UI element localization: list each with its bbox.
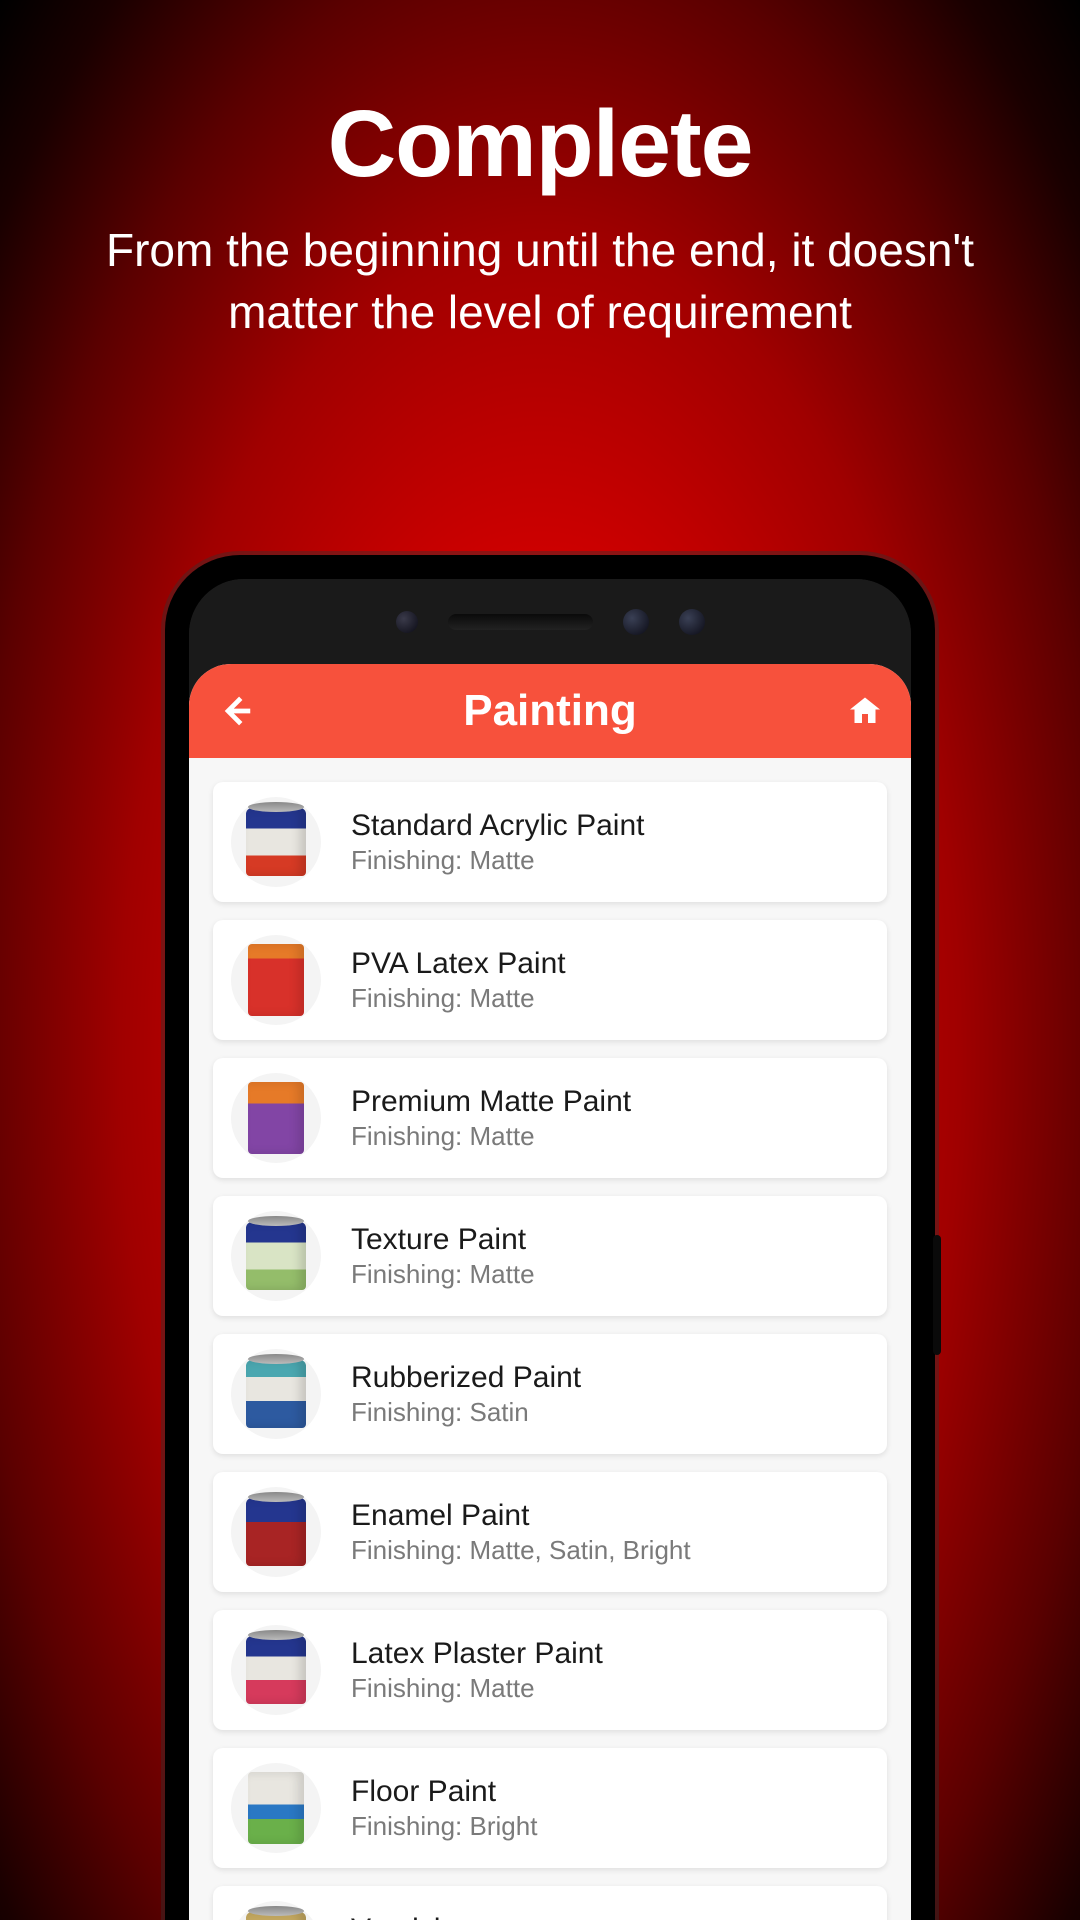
product-thumb — [231, 1349, 321, 1439]
product-info: Rubberized PaintFinishing: Satin — [351, 1361, 869, 1428]
product-subtitle: Finishing: Matte — [351, 983, 869, 1014]
product-info: Standard Acrylic PaintFinishing: Matte — [351, 809, 869, 876]
list-item[interactable]: Standard Acrylic PaintFinishing: Matte — [213, 782, 887, 902]
list-item[interactable]: Rubberized PaintFinishing: Satin — [213, 1334, 887, 1454]
product-thumb — [231, 1901, 321, 1920]
phone-inner: Painting Standard Acrylic PaintFinishing… — [189, 579, 911, 1920]
page-title: Painting — [463, 686, 637, 736]
paint-can-icon — [246, 1222, 306, 1290]
list-item[interactable]: Texture PaintFinishing: Matte — [213, 1196, 887, 1316]
product-title: Floor Paint — [351, 1775, 869, 1809]
list-item[interactable]: Latex Plaster PaintFinishing: Matte — [213, 1610, 887, 1730]
product-thumb — [231, 1625, 321, 1715]
back-icon[interactable] — [217, 692, 267, 730]
product-subtitle: Finishing: Matte — [351, 1673, 869, 1704]
sensor-dot — [396, 611, 418, 633]
product-info: Latex Plaster PaintFinishing: Matte — [351, 1637, 869, 1704]
promo-heading: Complete — [0, 0, 1080, 199]
product-title: PVA Latex Paint — [351, 947, 869, 981]
product-title: Texture Paint — [351, 1223, 869, 1257]
product-title: Latex Plaster Paint — [351, 1637, 869, 1671]
paint-can-icon — [246, 1498, 306, 1566]
product-subtitle: Finishing: Matte, Satin, Bright — [351, 1535, 869, 1566]
product-subtitle: Finishing: Matte — [351, 1121, 869, 1152]
product-thumb — [231, 1073, 321, 1163]
paint-can-icon — [246, 1636, 306, 1704]
product-title: Rubberized Paint — [351, 1361, 869, 1395]
product-info: PVA Latex PaintFinishing: Matte — [351, 947, 869, 1014]
camera-front — [623, 609, 649, 635]
list-item[interactable]: VarnishFinishing: Bright — [213, 1886, 887, 1920]
product-info: VarnishFinishing: Bright — [351, 1913, 869, 1920]
home-icon[interactable] — [847, 693, 883, 729]
paint-can-icon — [248, 1772, 304, 1844]
list-item[interactable]: Premium Matte PaintFinishing: Matte — [213, 1058, 887, 1178]
product-thumb — [231, 1763, 321, 1853]
paint-can-icon — [248, 1082, 304, 1154]
phone-side-button — [933, 1235, 941, 1355]
camera-front-2 — [679, 609, 705, 635]
product-info: Enamel PaintFinishing: Matte, Satin, Bri… — [351, 1499, 869, 1566]
app-header: Painting — [189, 664, 911, 758]
phone-frame: Painting Standard Acrylic PaintFinishing… — [165, 555, 935, 1920]
phone-notch — [189, 579, 911, 664]
app-screen: Painting Standard Acrylic PaintFinishing… — [189, 664, 911, 1920]
product-title: Standard Acrylic Paint — [351, 809, 869, 843]
paint-can-icon — [246, 808, 306, 876]
product-thumb — [231, 1487, 321, 1577]
product-thumb — [231, 1211, 321, 1301]
product-title: Varnish — [351, 1913, 869, 1920]
product-thumb — [231, 797, 321, 887]
promo-subtitle: From the beginning until the end, it doe… — [0, 199, 1080, 343]
list-item[interactable]: Enamel PaintFinishing: Matte, Satin, Bri… — [213, 1472, 887, 1592]
list-item[interactable]: Floor PaintFinishing: Bright — [213, 1748, 887, 1868]
paint-can-icon — [248, 944, 304, 1016]
product-title: Enamel Paint — [351, 1499, 869, 1533]
list-item[interactable]: PVA Latex PaintFinishing: Matte — [213, 920, 887, 1040]
product-subtitle: Finishing: Matte — [351, 845, 869, 876]
product-subtitle: Finishing: Matte — [351, 1259, 869, 1290]
product-info: Premium Matte PaintFinishing: Matte — [351, 1085, 869, 1152]
speaker-slot — [448, 614, 593, 630]
content-list: Standard Acrylic PaintFinishing: MattePV… — [189, 758, 911, 1920]
product-info: Floor PaintFinishing: Bright — [351, 1775, 869, 1842]
product-subtitle: Finishing: Satin — [351, 1397, 869, 1428]
paint-can-icon — [246, 1360, 306, 1428]
product-title: Premium Matte Paint — [351, 1085, 869, 1119]
product-info: Texture PaintFinishing: Matte — [351, 1223, 869, 1290]
product-thumb — [231, 935, 321, 1025]
paint-can-icon — [246, 1912, 306, 1920]
product-subtitle: Finishing: Bright — [351, 1811, 869, 1842]
